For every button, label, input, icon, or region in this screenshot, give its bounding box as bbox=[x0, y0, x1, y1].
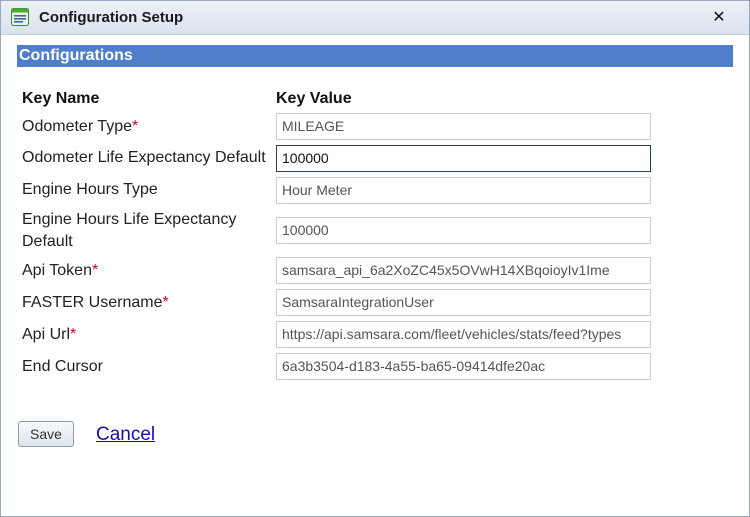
label-text: End Cursor bbox=[22, 358, 103, 375]
label-odometer-life-expectancy: Odometer Life Expectancy Default bbox=[22, 147, 266, 169]
cancel-link[interactable]: Cancel bbox=[96, 424, 155, 446]
configuration-dialog: Configuration Setup ✕ Configurations Key… bbox=[0, 0, 750, 517]
engine-hours-life-expectancy-field[interactable]: 100000 bbox=[276, 217, 651, 244]
close-icon[interactable]: ✕ bbox=[707, 6, 731, 30]
required-marker: * bbox=[70, 326, 77, 343]
label-text-line1: Engine Hours Life Expectancy bbox=[22, 211, 237, 228]
label-text: Api Url bbox=[22, 326, 71, 343]
required-marker: * bbox=[91, 262, 99, 279]
label-text: Odometer Type bbox=[22, 118, 132, 135]
api-token-field[interactable]: samsara_api_6a2XoZC45x5OVwH14XBqoioyIv1I… bbox=[276, 257, 651, 284]
label-text: Api Token bbox=[22, 262, 92, 279]
title-bar: Configuration Setup ✕ bbox=[1, 1, 749, 35]
odometer-life-expectancy-input[interactable]: 100000 bbox=[276, 145, 651, 172]
required-marker: * bbox=[162, 294, 169, 311]
window-list-icon bbox=[11, 8, 29, 26]
label-api-token: Api Token* bbox=[22, 260, 98, 282]
required-marker: * bbox=[131, 118, 139, 135]
save-button[interactable]: Save bbox=[18, 421, 74, 447]
label-faster-username: FASTER Username* bbox=[22, 292, 169, 314]
label-text: Engine Hours Type bbox=[22, 181, 158, 198]
column-header-key-name: Key Name bbox=[22, 90, 100, 107]
faster-username-field[interactable]: SamsaraIntegrationUser bbox=[276, 289, 651, 316]
odometer-type-field[interactable]: MILEAGE bbox=[276, 113, 651, 140]
label-text-line2: Default bbox=[22, 233, 73, 250]
label-text: Odometer Life Expectancy Default bbox=[22, 149, 266, 166]
column-header-key-value: Key Value bbox=[276, 90, 352, 107]
window-title: Configuration Setup bbox=[39, 9, 184, 26]
label-engine-hours-life-expectancy: Engine Hours Life Expectancy Default bbox=[22, 209, 236, 253]
label-api-url: Api Url* bbox=[22, 324, 76, 346]
label-text: FASTER Username bbox=[22, 294, 163, 311]
end-cursor-field[interactable]: 6a3b3504-d183-4a55-ba65-09414dfe20ac bbox=[276, 353, 651, 380]
engine-hours-type-field[interactable]: Hour Meter bbox=[276, 177, 651, 204]
label-engine-hours-type: Engine Hours Type bbox=[22, 179, 158, 201]
label-odometer-type: Odometer Type* bbox=[22, 116, 138, 138]
api-url-field[interactable]: https://api.samsara.com/fleet/vehicles/s… bbox=[276, 321, 651, 348]
section-header: Configurations bbox=[17, 45, 733, 67]
label-end-cursor: End Cursor bbox=[22, 356, 103, 378]
